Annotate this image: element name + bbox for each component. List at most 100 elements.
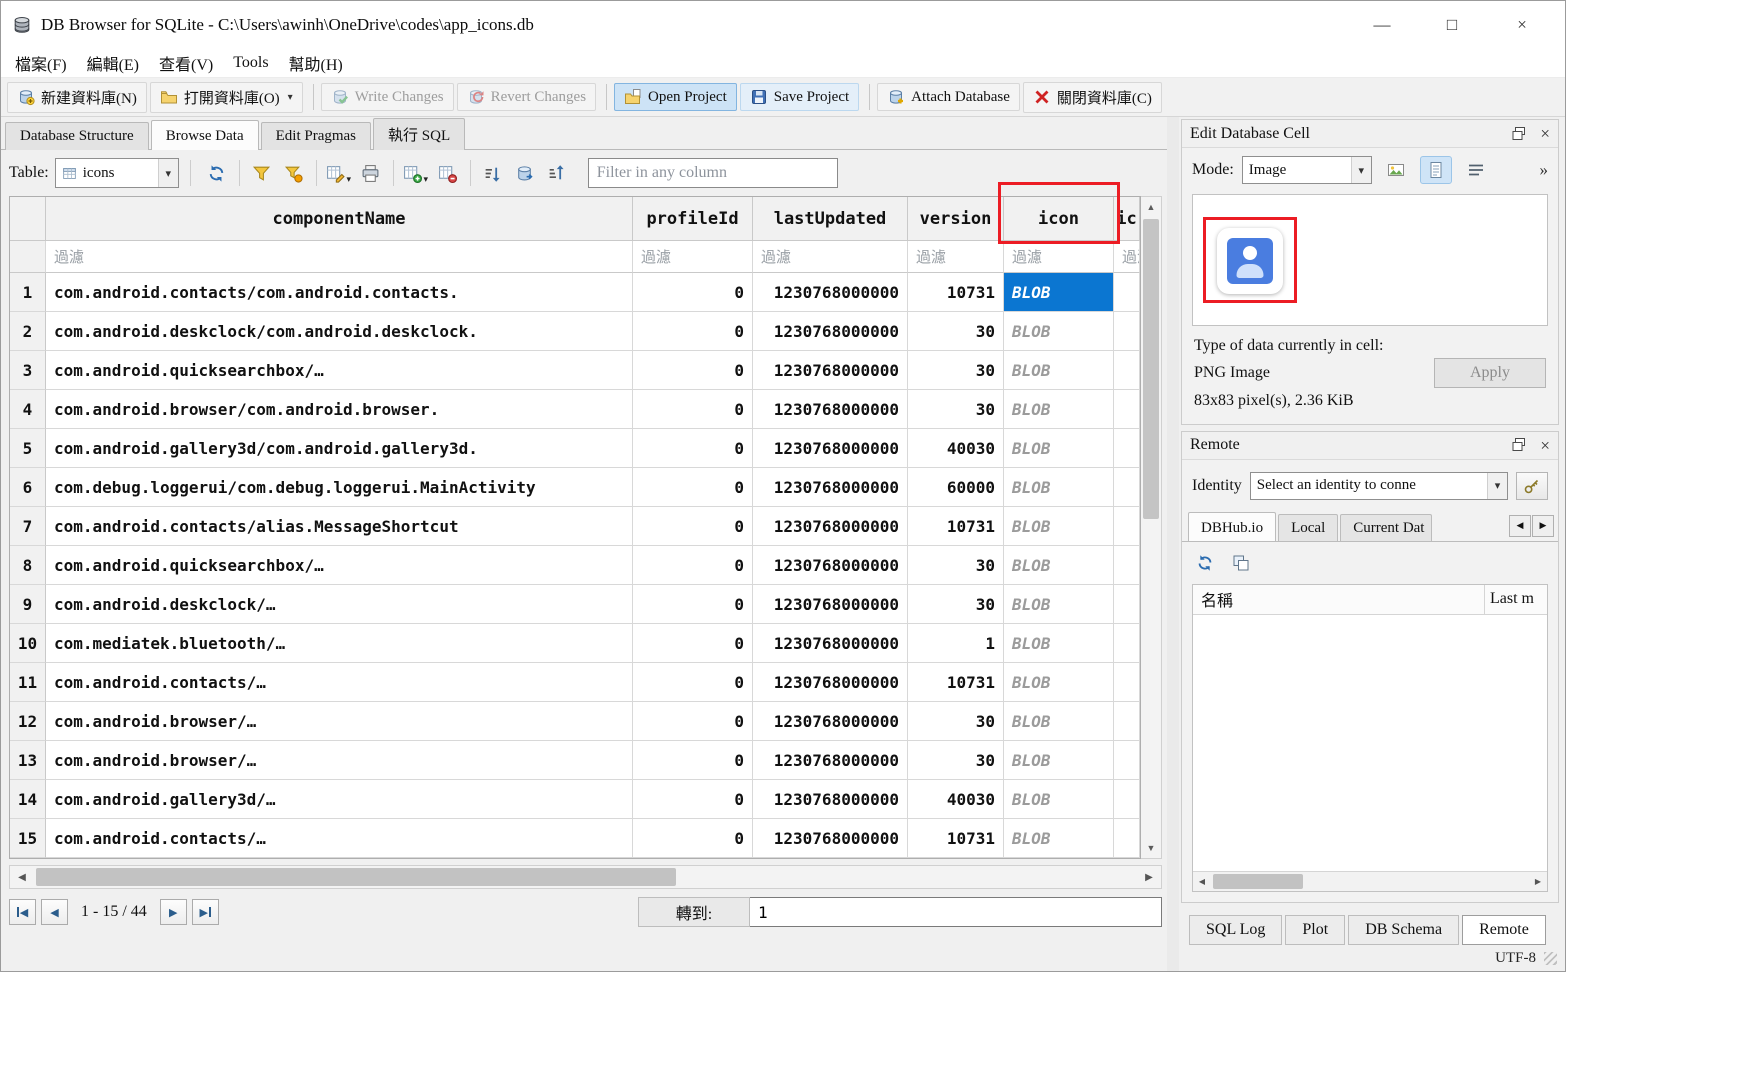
cell-icon[interactable]: BLOB <box>1004 390 1114 429</box>
cell-profileId[interactable]: 0 <box>633 429 753 468</box>
cell-version[interactable]: 10731 <box>908 273 1004 312</box>
cell-profileId[interactable]: 0 <box>633 780 753 819</box>
cell-icon[interactable]: BLOB <box>1004 351 1114 390</box>
cell-componentName[interactable]: com.android.gallery3d/com.android.galler… <box>46 429 633 468</box>
column-header-name[interactable]: 名稱 <box>1193 585 1485 614</box>
cell-version[interactable]: 30 <box>908 702 1004 741</box>
cell-profileId[interactable]: 0 <box>633 819 753 858</box>
cell-lastUpdated[interactable]: 1230768000000 <box>753 273 908 312</box>
cell-extra[interactable] <box>1114 351 1140 390</box>
cell-extra[interactable] <box>1114 429 1140 468</box>
resize-grip[interactable] <box>1544 952 1557 965</box>
minimize-button[interactable]: — <box>1347 1 1417 49</box>
close-icon-button[interactable]: × <box>1487 1 1557 49</box>
cell-extra[interactable] <box>1114 312 1140 351</box>
cell-version[interactable]: 30 <box>908 390 1004 429</box>
menu-view[interactable]: 查看(V) <box>149 49 223 77</box>
clear-filter-button[interactable] <box>279 158 309 188</box>
cell-componentName[interactable]: com.android.deskclock/… <box>46 585 633 624</box>
table-select[interactable]: icons ▾ <box>55 158 179 188</box>
cell-componentName[interactable]: com.mediatek.bluetooth/… <box>46 624 633 663</box>
cell-componentName[interactable]: com.android.gallery3d/… <box>46 780 633 819</box>
cell-icon[interactable]: BLOB <box>1004 819 1114 858</box>
cell-lastUpdated[interactable]: 1230768000000 <box>753 624 908 663</box>
cell-icon[interactable]: BLOB <box>1004 741 1114 780</box>
column-header-last-modified[interactable]: Last m <box>1485 585 1547 614</box>
dock-tab-db-schema[interactable]: DB Schema <box>1348 915 1459 945</box>
cell-version[interactable]: 60000 <box>908 468 1004 507</box>
dock-tab-remote[interactable]: Remote <box>1462 915 1546 945</box>
open-database-button[interactable]: 打開資料庫(O)▾ <box>150 82 303 113</box>
filter-input-lastUpdated[interactable]: 過濾 <box>753 241 908 273</box>
cell-icon[interactable]: BLOB <box>1004 624 1114 663</box>
cell-icon[interactable]: BLOB <box>1004 663 1114 702</box>
column-header-icon[interactable]: icon <box>1004 197 1114 241</box>
save-project-button[interactable]: Save Project <box>740 83 859 111</box>
more-options-chevron[interactable]: » <box>1540 160 1549 180</box>
cell-profileId[interactable]: 0 <box>633 741 753 780</box>
cell-lastUpdated[interactable]: 1230768000000 <box>753 312 908 351</box>
cell-version[interactable]: 30 <box>908 351 1004 390</box>
filter-input-extra[interactable]: 過濾 <box>1114 241 1140 273</box>
vertical-scrollbar[interactable]: ▲ ▼ <box>1141 196 1162 859</box>
cell-version[interactable]: 10731 <box>908 663 1004 702</box>
cell-icon[interactable]: BLOB <box>1004 585 1114 624</box>
cell-componentName[interactable]: com.android.quicksearchbox/… <box>46 546 633 585</box>
remote-tab-current-database[interactable]: Current Dat <box>1340 514 1432 541</box>
cell-extra[interactable] <box>1114 273 1140 312</box>
pane-splitter[interactable] <box>1167 117 1179 971</box>
cell-lastUpdated[interactable]: 1230768000000 <box>753 702 908 741</box>
cell-extra[interactable] <box>1114 390 1140 429</box>
cell-profileId[interactable]: 0 <box>633 312 753 351</box>
cell-componentName[interactable]: com.android.deskclock/com.android.deskcl… <box>46 312 633 351</box>
open-project-button[interactable]: Open Project <box>614 83 737 111</box>
cell-icon[interactable]: BLOB <box>1004 507 1114 546</box>
filter-input[interactable] <box>597 164 829 182</box>
cell-componentName[interactable]: com.debug.loggerui/com.debug.loggerui.Ma… <box>46 468 633 507</box>
cell-extra[interactable] <box>1114 702 1140 741</box>
dock-tab-plot[interactable]: Plot <box>1285 915 1345 945</box>
cell-profileId[interactable]: 0 <box>633 546 753 585</box>
cell-extra[interactable] <box>1114 585 1140 624</box>
print-button[interactable] <box>356 158 386 188</box>
cell-icon[interactable]: BLOB <box>1004 702 1114 741</box>
cell-profileId[interactable]: 0 <box>633 390 753 429</box>
revert-changes-button[interactable]: Revert Changes <box>457 83 596 111</box>
prev-page-button[interactable]: ◀ <box>41 899 68 925</box>
cell-version[interactable]: 30 <box>908 546 1004 585</box>
cell-icon[interactable]: BLOB <box>1004 546 1114 585</box>
menu-file[interactable]: 檔案(F) <box>5 49 77 77</box>
scroll-right-icon[interactable]: ▶ <box>1529 872 1547 891</box>
float-panel-icon[interactable] <box>1510 125 1528 143</box>
cell-profileId[interactable]: 0 <box>633 468 753 507</box>
scroll-up-icon[interactable]: ▲ <box>1141 197 1161 217</box>
column-header-profileId[interactable]: profileId <box>633 197 753 241</box>
cell-lastUpdated[interactable]: 1230768000000 <box>753 780 908 819</box>
cell-icon[interactable]: BLOB <box>1004 273 1114 312</box>
cell-extra[interactable] <box>1114 819 1140 858</box>
cell-extra[interactable] <box>1114 624 1140 663</box>
cell-extra[interactable] <box>1114 741 1140 780</box>
cell-lastUpdated[interactable]: 1230768000000 <box>753 741 908 780</box>
tab-browse-data[interactable]: Browse Data <box>151 120 259 150</box>
close-panel-icon[interactable]: × <box>1540 125 1550 142</box>
cell-extra[interactable] <box>1114 468 1140 507</box>
menu-edit[interactable]: 編輯(E) <box>77 49 149 77</box>
cell-componentName[interactable]: com.android.quicksearchbox/… <box>46 351 633 390</box>
scroll-right-icon[interactable]: ▶ <box>1137 866 1161 888</box>
tab-execute-sql[interactable]: 執行 SQL <box>373 118 465 150</box>
remote-tab-local[interactable]: Local <box>1278 514 1338 541</box>
filter-input-icon[interactable]: 過濾 <box>1004 241 1114 273</box>
column-header-componentName[interactable]: componentName <box>46 197 633 241</box>
sort-asc-button[interactable] <box>478 158 508 188</box>
column-header-extra[interactable]: ic <box>1114 197 1140 241</box>
cell-lastUpdated[interactable]: 1230768000000 <box>753 390 908 429</box>
cell-extra[interactable] <box>1114 663 1140 702</box>
attach-database-button[interactable]: Attach Database <box>877 83 1020 111</box>
export-db-button[interactable] <box>510 158 540 188</box>
filter-input-version[interactable]: 過濾 <box>908 241 1004 273</box>
cell-icon[interactable]: BLOB <box>1004 780 1114 819</box>
edit-record-button[interactable]: ▾ <box>324 158 354 188</box>
remote-scrollbar-thumb[interactable] <box>1213 874 1303 889</box>
cell-componentName[interactable]: com.android.contacts/… <box>46 663 633 702</box>
